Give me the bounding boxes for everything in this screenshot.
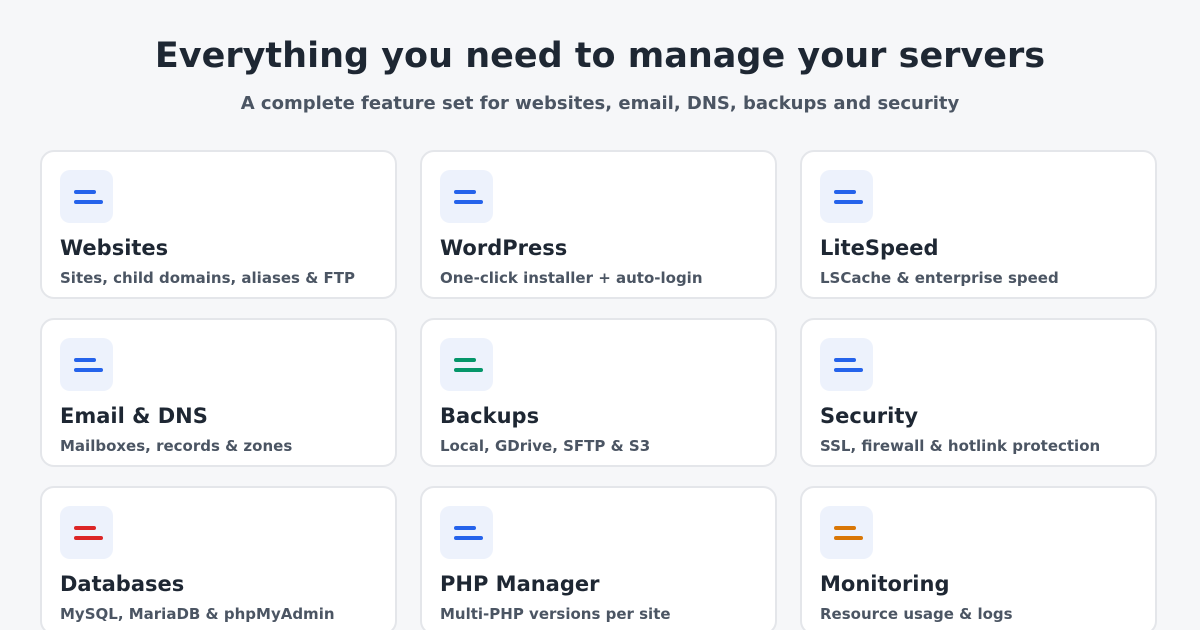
feature-grid: Websites Sites, child domains, aliases &… bbox=[40, 150, 1157, 630]
feature-card-php-manager[interactable]: PHP Manager Multi-PHP versions per site bbox=[420, 486, 777, 630]
feature-title: WordPress bbox=[440, 236, 568, 260]
page-title: Everything you need to manage your serve… bbox=[154, 36, 1046, 76]
feature-card-email-dns[interactable]: Email & DNS Mailboxes, records & zones bbox=[40, 318, 397, 467]
feature-card-wordpress[interactable]: WordPress One-click installer + auto-log… bbox=[420, 150, 777, 299]
menu-lines-icon bbox=[820, 170, 873, 223]
menu-lines-icon bbox=[60, 506, 113, 559]
menu-lines-icon bbox=[820, 506, 873, 559]
menu-lines-icon bbox=[60, 170, 113, 223]
feature-description: LSCache & enterprise speed bbox=[820, 269, 1059, 287]
feature-description: Multi-PHP versions per site bbox=[440, 605, 671, 623]
feature-description: Resource usage & logs bbox=[820, 605, 1013, 623]
feature-description: Sites, child domains, aliases & FTP bbox=[60, 269, 355, 287]
feature-description: SSL, firewall & hotlink protection bbox=[820, 437, 1101, 455]
feature-card-litespeed[interactable]: LiteSpeed LSCache & enterprise speed bbox=[800, 150, 1157, 299]
feature-card-databases[interactable]: Databases MySQL, MariaDB & phpMyAdmin bbox=[40, 486, 397, 630]
menu-lines-icon bbox=[820, 338, 873, 391]
page-subtitle: A complete feature set for websites, ema… bbox=[240, 93, 960, 114]
feature-description: Local, GDrive, SFTP & S3 bbox=[440, 437, 651, 455]
menu-lines-icon bbox=[440, 506, 493, 559]
feature-title: Security bbox=[820, 404, 919, 428]
menu-lines-icon bbox=[440, 338, 493, 391]
feature-title: Email & DNS bbox=[60, 404, 208, 428]
feature-card-backups[interactable]: Backups Local, GDrive, SFTP & S3 bbox=[420, 318, 777, 467]
feature-title: Websites bbox=[60, 236, 169, 260]
menu-lines-icon bbox=[60, 338, 113, 391]
feature-card-websites[interactable]: Websites Sites, child domains, aliases &… bbox=[40, 150, 397, 299]
menu-lines-icon bbox=[440, 170, 493, 223]
feature-description: Mailboxes, records & zones bbox=[60, 437, 293, 455]
feature-title: Databases bbox=[60, 572, 185, 596]
feature-card-security[interactable]: Security SSL, firewall & hotlink protect… bbox=[800, 318, 1157, 467]
feature-card-monitoring[interactable]: Monitoring Resource usage & logs bbox=[800, 486, 1157, 630]
feature-title: Monitoring bbox=[820, 572, 950, 596]
feature-title: Backups bbox=[440, 404, 540, 428]
feature-description: One-click installer + auto-login bbox=[440, 269, 703, 287]
feature-title: PHP Manager bbox=[440, 572, 600, 596]
feature-title: LiteSpeed bbox=[820, 236, 939, 260]
feature-description: MySQL, MariaDB & phpMyAdmin bbox=[60, 605, 335, 623]
